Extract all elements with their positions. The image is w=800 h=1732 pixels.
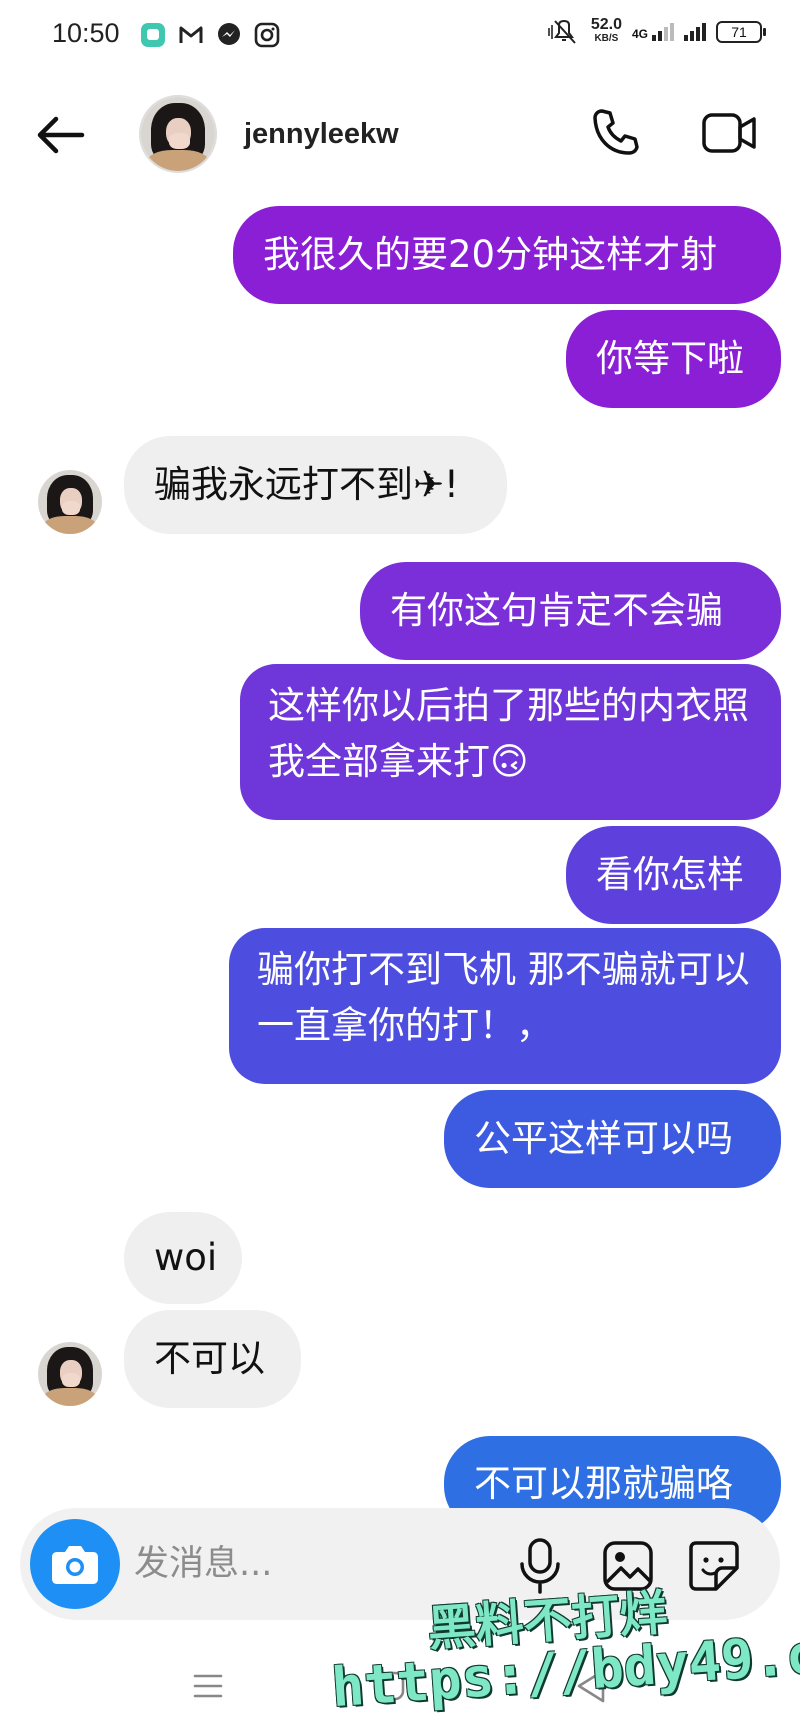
avatar[interactable] xyxy=(38,470,102,534)
camera-button[interactable] xyxy=(30,1519,120,1609)
avatar[interactable] xyxy=(38,1342,102,1406)
message-bubble-outgoing[interactable]: 这样你以后拍了那些的内衣照我全部拿来打🙃 xyxy=(240,664,781,820)
menu-icon[interactable] xyxy=(190,1668,226,1704)
status-indicators: 52.0 KB/S 4G 71 xyxy=(547,16,766,46)
battery-icon: 71 xyxy=(716,21,766,43)
message-bubble-outgoing[interactable]: 公平这样可以吗 xyxy=(444,1090,781,1188)
avatar[interactable] xyxy=(139,95,217,173)
mute-icon xyxy=(548,19,576,44)
message-bubble-incoming[interactable]: 不可以 xyxy=(124,1310,301,1408)
message-bubble-outgoing[interactable]: 看你怎样 xyxy=(566,826,781,924)
message-input[interactable] xyxy=(134,1536,434,1592)
signal-4g-icon: 4G xyxy=(632,23,674,41)
status-bar: 10:50 52.0 KB/S 4G 71 xyxy=(0,0,800,70)
video-camera-icon[interactable] xyxy=(700,105,760,161)
message-bubble-outgoing[interactable]: 骗你打不到飞机 那不骗就可以一直拿你的打！， xyxy=(229,928,781,1084)
message-bubble-outgoing[interactable]: 有你这句肯定不会骗 xyxy=(360,562,781,660)
instagram-icon xyxy=(254,22,280,48)
gmail-icon xyxy=(179,26,203,43)
message-bubble-outgoing[interactable]: 我很久的要20分钟这样才射 xyxy=(233,206,781,304)
message-bubble-incoming[interactable]: 骗我永远打不到✈! xyxy=(124,436,507,534)
messenger-icon xyxy=(218,23,240,45)
chat-header: jennyleekw xyxy=(0,80,800,190)
message-bubble-outgoing[interactable]: 你等下啦 xyxy=(566,310,781,408)
message-bubble-incoming[interactable]: woi xyxy=(124,1212,242,1304)
phone-icon[interactable] xyxy=(588,105,644,161)
status-time: 10:50 xyxy=(52,18,120,48)
network-speed: 52.0 KB/S xyxy=(590,16,622,45)
username[interactable]: jennyleekw xyxy=(244,118,399,151)
arrow-left-icon[interactable] xyxy=(30,110,90,160)
messages-app-icon xyxy=(141,23,165,47)
signal-icon xyxy=(684,23,706,41)
camera-icon xyxy=(52,1546,98,1584)
